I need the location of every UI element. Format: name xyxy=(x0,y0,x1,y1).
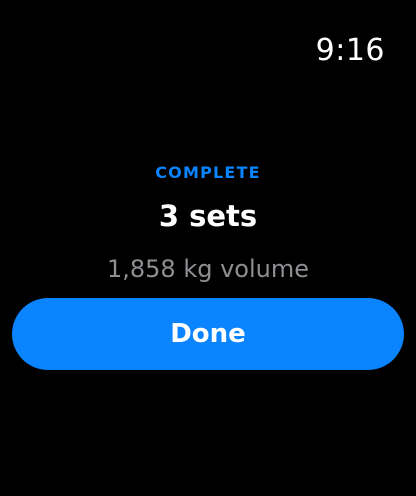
volume-total: 1,858 kg volume xyxy=(106,255,309,283)
sets-count: 3 sets xyxy=(158,199,258,233)
completion-status-label: COMPLETE xyxy=(155,163,261,182)
status-bar-time: 9:16 xyxy=(315,33,385,68)
done-button[interactable]: Done xyxy=(12,298,404,370)
workout-complete-screen: 9:16 COMPLETE 3 sets 1,858 kg volume Don… xyxy=(0,0,416,496)
